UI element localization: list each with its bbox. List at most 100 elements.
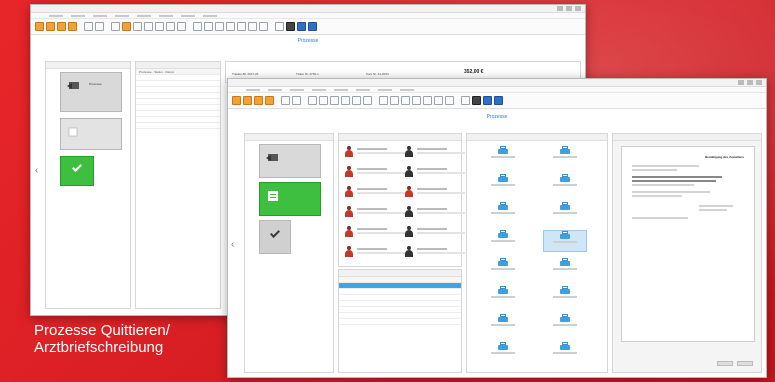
toolbar-button[interactable] [275,22,284,31]
menu-item[interactable] [356,88,370,91]
close-button[interactable] [756,80,762,85]
toolbar-button[interactable] [111,22,120,31]
toolbar-button[interactable] [84,22,93,31]
toolbar-button[interactable] [57,22,66,31]
toolbar-button[interactable] [434,96,443,105]
toolbar-button[interactable] [461,96,470,105]
printer-device[interactable] [543,286,587,308]
back-card-blank[interactable] [60,118,122,150]
toolbar-button[interactable] [330,96,339,105]
minimize-button[interactable] [557,6,563,11]
person-entry[interactable] [345,224,405,242]
toolbar-button[interactable] [226,22,235,31]
toolbar-button[interactable] [292,96,301,105]
menu-item[interactable] [378,88,392,91]
toolbar-button[interactable] [483,96,492,105]
maximize-button[interactable] [747,80,753,85]
person-entry[interactable] [405,224,465,242]
toolbar-button[interactable] [401,96,410,105]
toolbar-button[interactable] [166,22,175,31]
person-entry[interactable] [405,244,465,262]
menu-item[interactable] [71,14,85,17]
toolbar-button[interactable] [259,22,268,31]
toolbar-button[interactable] [445,96,454,105]
toolbar-button[interactable] [155,22,164,31]
printer-device[interactable] [481,342,525,364]
menu-item[interactable] [312,88,326,91]
person-entry[interactable] [345,164,405,182]
list-row[interactable] [136,123,220,129]
toolbar-button[interactable] [297,22,306,31]
toolbar-button[interactable] [204,22,213,31]
printer-device[interactable] [543,342,587,364]
printer-device[interactable] [481,202,525,224]
toolbar-button[interactable] [281,96,290,105]
printer-device[interactable] [543,174,587,196]
toolbar-button[interactable] [352,96,361,105]
person-entry[interactable] [405,204,465,222]
person-entry[interactable] [345,184,405,202]
printer-device[interactable] [543,146,587,168]
person-entry[interactable] [345,204,405,222]
footer-button[interactable] [717,361,733,366]
menu-item[interactable] [49,14,63,17]
toolbar-button[interactable] [308,96,317,105]
toolbar-button[interactable] [95,22,104,31]
toolbar-button[interactable] [254,96,263,105]
toolbar-button[interactable] [68,22,77,31]
printer-device[interactable] [543,230,587,252]
toolbar-button[interactable] [308,22,317,31]
menu-item[interactable] [159,14,173,17]
toolbar-button[interactable] [46,22,55,31]
toolbar-button[interactable] [472,96,481,105]
printer-device[interactable] [543,202,587,224]
back-card-confirm[interactable] [60,156,94,186]
toolbar-button[interactable] [319,96,328,105]
toolbar-button[interactable] [494,96,503,105]
toolbar-button[interactable] [379,96,388,105]
minimize-button[interactable] [738,80,744,85]
toolbar-button[interactable] [133,22,142,31]
menu-item[interactable] [290,88,304,91]
back-prev-arrow[interactable]: ‹ [35,165,38,176]
toolbar-button[interactable] [390,96,399,105]
toolbar-button[interactable] [144,22,153,31]
printer-device[interactable] [481,286,525,308]
toolbar-button[interactable] [193,22,202,31]
menu-item[interactable] [137,14,151,17]
menu-item[interactable] [203,14,217,17]
maximize-button[interactable] [566,6,572,11]
toolbar-button[interactable] [177,22,186,31]
menu-item[interactable] [115,14,129,17]
printer-device[interactable] [481,230,525,252]
toolbar-button[interactable] [248,22,257,31]
printer-device[interactable] [481,174,525,196]
toolbar-button[interactable] [341,96,350,105]
menu-item[interactable] [93,14,107,17]
printer-device[interactable] [481,314,525,336]
menu-item[interactable] [246,88,260,91]
toolbar-button[interactable] [232,96,241,105]
table-row[interactable] [339,319,461,325]
person-entry[interactable] [345,244,405,262]
person-entry[interactable] [405,164,465,182]
toolbar-button[interactable] [35,22,44,31]
toolbar-button[interactable] [423,96,432,105]
menu-item[interactable] [334,88,348,91]
close-button[interactable] [575,6,581,11]
toolbar-button[interactable] [265,96,274,105]
menu-item[interactable] [181,14,195,17]
toolbar-button[interactable] [237,22,246,31]
front-card-confirm[interactable] [259,220,291,254]
toolbar-button[interactable] [363,96,372,105]
front-prev-arrow[interactable]: ‹ [231,239,234,250]
menu-item[interactable] [400,88,414,91]
printer-device[interactable] [481,146,525,168]
front-card-process[interactable] [259,144,321,178]
printer-device[interactable] [481,258,525,280]
footer-button[interactable] [737,361,753,366]
toolbar-button[interactable] [215,22,224,31]
printer-device[interactable] [543,258,587,280]
person-entry[interactable] [345,144,405,162]
toolbar-button[interactable] [286,22,295,31]
